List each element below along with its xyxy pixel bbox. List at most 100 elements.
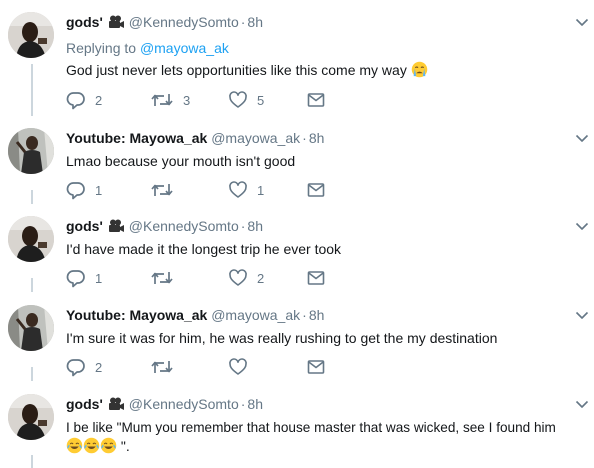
tears-of-joy-emoji — [66, 437, 83, 454]
separator: · — [240, 218, 246, 234]
avatar[interactable] — [8, 305, 54, 351]
like-button[interactable]: 2 — [228, 268, 264, 288]
direct-message-button[interactable] — [306, 357, 326, 377]
display-name[interactable]: gods' — [66, 396, 103, 412]
display-name[interactable]: Youtube: Mayowa_ak — [66, 307, 207, 323]
tweet[interactable]: Youtube: Mayowa_ak @mayowa_ak · 8h Lmao be… — [0, 128, 594, 204]
separator: · — [240, 396, 246, 412]
timestamp[interactable]: 8h — [309, 307, 325, 323]
separator: · — [240, 14, 246, 30]
tweet[interactable]: Youtube: Mayowa_ak @mayowa_ak · 8h I'm sur… — [0, 305, 594, 381]
reply-icon — [66, 90, 86, 110]
separator: · — [302, 307, 307, 323]
like-count: 5 — [257, 92, 265, 108]
retweet-icon — [150, 357, 174, 377]
chevron-down-icon[interactable] — [574, 218, 590, 234]
display-name[interactable]: gods' — [66, 14, 103, 30]
tweet-text-suffix: ". — [117, 438, 130, 454]
like-icon — [228, 268, 248, 288]
tweet-text: I'm sure it was for him, he was really r… — [66, 330, 498, 346]
reply-count: 1 — [95, 270, 103, 286]
username[interactable]: @KennedySomto — [129, 396, 239, 412]
like-button[interactable]: 5 — [228, 90, 264, 110]
tears-of-joy-emoji — [100, 437, 117, 454]
like-button[interactable]: 1 — [228, 180, 264, 200]
avatar[interactable] — [8, 12, 54, 58]
tweet-text: I be like "Mum you remember that house m… — [66, 418, 580, 456]
like-button[interactable] — [228, 357, 257, 377]
like-icon — [228, 357, 248, 377]
avatar[interactable] — [8, 128, 54, 174]
tweet-text-line: ". — [66, 437, 580, 456]
tweet-actions: 1 2 — [66, 268, 336, 288]
chevron-down-icon[interactable] — [574, 396, 590, 412]
crying-face-emoji — [411, 61, 428, 78]
reply-count: 2 — [95, 359, 103, 375]
retweet-icon — [150, 180, 174, 200]
reply-count: 1 — [95, 182, 103, 198]
like-icon — [228, 180, 248, 200]
tweet-text-body: God just never lets opportunities like t… — [66, 62, 407, 78]
separator: · — [302, 130, 307, 146]
retweet-button[interactable] — [150, 357, 183, 377]
like-icon — [228, 90, 248, 110]
retweet-icon — [150, 268, 174, 288]
timestamp[interactable]: 8h — [309, 130, 325, 146]
tweet-text: God just never lets opportunities like t… — [66, 61, 580, 80]
reply-icon — [66, 180, 86, 200]
direct-message-button[interactable] — [306, 268, 326, 288]
reply-button[interactable]: 2 — [66, 90, 102, 110]
reply-button[interactable]: 1 — [66, 180, 102, 200]
tweet[interactable]: gods' @KennedySomto · 8h I be like "Mum you… — [0, 394, 594, 468]
movie-camera-emoji — [107, 15, 125, 29]
display-name[interactable]: gods' — [66, 218, 103, 234]
avatar[interactable] — [8, 394, 54, 440]
like-count: 1 — [257, 182, 265, 198]
direct-message-button[interactable] — [306, 180, 326, 200]
replying-to: Replying to @mayowa_ak — [66, 38, 580, 58]
replying-to-link[interactable]: @mayowa_ak — [140, 40, 229, 56]
reply-button[interactable]: 2 — [66, 357, 102, 377]
movie-camera-emoji — [107, 219, 125, 233]
timestamp[interactable]: 8h — [247, 218, 263, 234]
direct-message-icon — [306, 90, 326, 110]
chevron-down-icon[interactable] — [574, 14, 590, 30]
timestamp[interactable]: 8h — [247, 396, 263, 412]
reply-icon — [66, 357, 86, 377]
direct-message-button[interactable] — [306, 90, 326, 110]
retweet-button[interactable] — [150, 180, 183, 200]
username[interactable]: @mayowa_ak — [211, 130, 300, 146]
tears-of-joy-emoji — [83, 437, 100, 454]
tweet-header: gods' @KennedySomto · 8h — [66, 394, 580, 414]
retweet-button[interactable] — [150, 268, 183, 288]
tweet-content: Youtube: Mayowa_ak @mayowa_ak · 8h I'm sur… — [66, 305, 580, 348]
tweet-content: gods' @KennedySomto · 8h I be like "Mum you… — [66, 394, 580, 456]
avatar[interactable] — [8, 216, 54, 262]
tweet-content: gods' @KennedySomto · 8h Replying to @mayow… — [66, 12, 580, 80]
tweet[interactable]: gods' @KennedySomto · 8h Replying to @mayow… — [0, 12, 594, 116]
reply-icon — [66, 268, 86, 288]
direct-message-icon — [306, 268, 326, 288]
timestamp[interactable]: 8h — [247, 14, 263, 30]
tweet-actions: 1 1 — [66, 180, 336, 200]
tweet[interactable]: gods' @KennedySomto · 8h I'd have made it t… — [0, 216, 594, 292]
reply-button[interactable]: 1 — [66, 268, 102, 288]
conversation-timeline: gods' @KennedySomto · 8h Replying to @mayow… — [0, 0, 594, 468]
tweet-content: gods' @KennedySomto · 8h I'd have made it t… — [66, 216, 580, 259]
username[interactable]: @KennedySomto — [129, 218, 239, 234]
tweet-header: gods' @KennedySomto · 8h — [66, 216, 580, 236]
tweet-text-line: I be like "Mum you remember that house m… — [66, 420, 556, 435]
username[interactable]: @mayowa_ak — [211, 307, 300, 323]
retweet-count: 3 — [183, 92, 191, 108]
username[interactable]: @KennedySomto — [129, 14, 239, 30]
tweet-actions: 2 — [66, 357, 336, 377]
chevron-down-icon[interactable] — [574, 130, 590, 146]
movie-camera-emoji — [107, 397, 125, 411]
tweet-actions: 2 3 5 — [66, 90, 336, 110]
retweet-button[interactable]: 3 — [150, 90, 190, 110]
retweet-icon — [150, 90, 174, 110]
display-name[interactable]: Youtube: Mayowa_ak — [66, 130, 207, 146]
reply-count: 2 — [95, 92, 103, 108]
chevron-down-icon[interactable] — [574, 307, 590, 323]
tweet-content: Youtube: Mayowa_ak @mayowa_ak · 8h Lmao be… — [66, 128, 580, 171]
